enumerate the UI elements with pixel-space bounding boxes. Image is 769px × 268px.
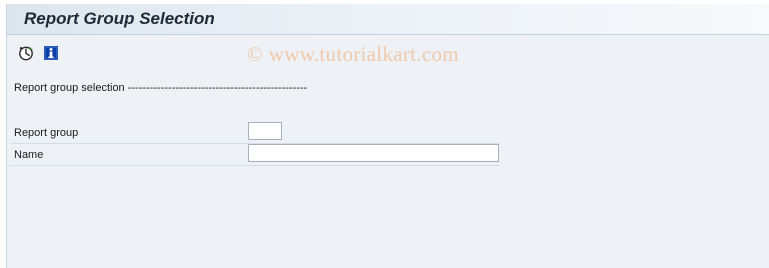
sap-window: Report Group Selection © www.tutorialkar… [6,4,769,268]
execute-button[interactable] [17,44,35,62]
name-input[interactable] [248,144,499,162]
selection-screen: Report group selection -----------------… [7,76,769,268]
name-row: Name [10,144,500,166]
info-icon [44,46,58,60]
title-bar: Report Group Selection [7,4,769,35]
information-button[interactable] [42,44,60,62]
report-group-label: Report group [14,127,79,139]
watermark-text: © www.tutorialkart.com [247,42,459,66]
report-group-row: Report group [10,122,500,144]
application-toolbar: © www.tutorialkart.com [7,35,769,71]
section-title: Report group selection -----------------… [14,82,308,94]
execute-clock-icon [19,46,33,61]
report-group-input[interactable] [248,122,282,140]
page-title: Report Group Selection [24,9,215,28]
name-label: Name [14,149,44,161]
